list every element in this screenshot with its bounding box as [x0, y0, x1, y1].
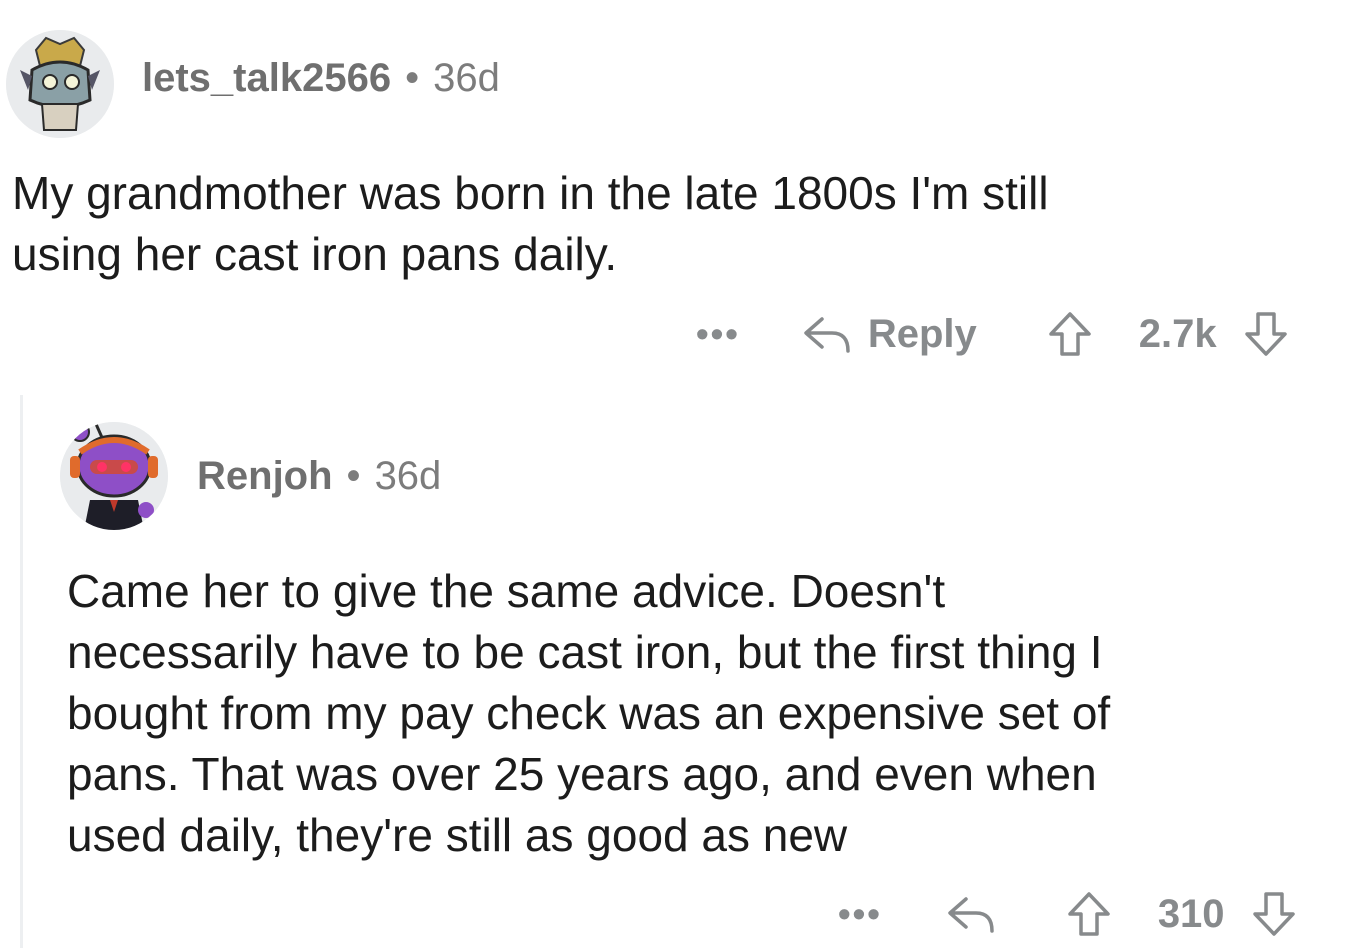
comment-meta: lets_talk2566 • 36d	[142, 56, 500, 101]
reply-label: Reply	[867, 311, 977, 356]
avatar[interactable]	[60, 422, 168, 530]
downvote-button[interactable]	[1243, 310, 1289, 358]
downvote-arrow-icon	[1244, 312, 1287, 356]
comment-actions: ••• 310	[838, 888, 1297, 940]
upvote-button[interactable]	[1047, 310, 1093, 358]
comment-line: Came her to give the same advice. Doesn'…	[67, 565, 946, 617]
upvote-button[interactable]	[1066, 890, 1112, 938]
avatar-snoo-icon	[60, 422, 168, 530]
comment-line: bought from my pay check was an expensiv…	[67, 687, 1111, 739]
upvote-arrow-icon	[1068, 892, 1110, 936]
comment-line: pans. That was over 25 years ago, and ev…	[67, 748, 1097, 800]
comment-actions: ••• Reply 2.7k	[696, 308, 1289, 360]
more-options-button[interactable]: •••	[696, 313, 740, 355]
comment-age: 36d	[374, 454, 442, 498]
downvote-arrow-icon	[1252, 892, 1295, 936]
username[interactable]: lets_talk2566	[142, 56, 391, 101]
downvote-button[interactable]	[1251, 890, 1297, 938]
comment-line: using her cast iron pans daily.	[12, 228, 618, 280]
meta-separator: •	[346, 454, 361, 498]
meta-separator: •	[405, 56, 420, 100]
vote-score: 2.7k	[1138, 311, 1217, 356]
reply-button[interactable]	[946, 893, 996, 935]
upvote-arrow-icon	[1049, 312, 1091, 356]
comment-meta: Renjoh • 36d	[197, 454, 441, 499]
comment-line: necessarily have to be cast iron, but th…	[67, 626, 1103, 678]
avatar[interactable]	[6, 30, 114, 138]
more-options-button[interactable]: •••	[838, 893, 882, 935]
avatar-knight-icon	[6, 30, 114, 138]
reply-arrow-icon	[804, 317, 850, 353]
username[interactable]: Renjoh	[197, 454, 333, 499]
comment-line: used daily, they're still as good as new	[67, 809, 848, 861]
thread-line[interactable]	[20, 395, 23, 948]
comment-age: 36d	[433, 56, 500, 100]
comment-line: My grandmother was born in the late 1800…	[12, 167, 1049, 219]
vote-score: 310	[1157, 891, 1225, 936]
reply-arrow-icon	[948, 897, 994, 933]
reply-button[interactable]: Reply	[802, 312, 977, 357]
comment-body: My grandmother was born in the late 1800…	[12, 163, 1352, 285]
comment-body: Came her to give the same advice. Doesn'…	[67, 561, 1357, 866]
